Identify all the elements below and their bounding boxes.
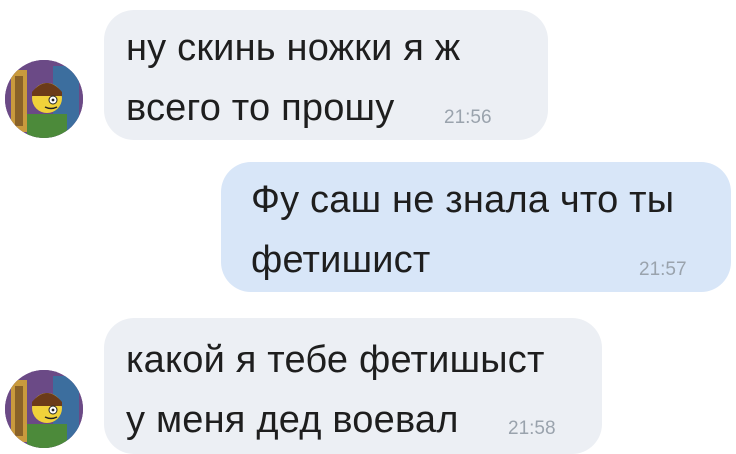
message-timestamp: 21:58 (508, 418, 556, 439)
chat-history: ну скинь ножки я ж всего то прошу 21:56 … (0, 0, 736, 454)
message-line: у меня дед воевал (126, 399, 459, 441)
message-timestamp: 21:57 (639, 259, 687, 280)
message-line: Фу саш не знала что ты (251, 179, 675, 221)
message-bubble-incoming[interactable]: ну скинь ножки я ж всего то прошу 21:56 (104, 10, 548, 140)
message-bubble-outgoing[interactable]: Фу саш не знала что ты фетишист 21:57 (221, 162, 731, 292)
message-text: ну скинь ножки я ж всего то прошу (126, 18, 460, 138)
sender-avatar-icon[interactable] (5, 370, 83, 448)
message-line: всего то прошу (126, 87, 395, 129)
message-timestamp: 21:56 (444, 107, 492, 128)
message-text: Фу саш не знала что ты фетишист (251, 170, 674, 290)
message-line: ну скинь ножки я ж (126, 27, 461, 69)
message-text: какой я тебе фетишыст у меня дед воевал (126, 330, 545, 450)
sender-avatar-icon[interactable] (5, 60, 83, 138)
message-line: фетишист (251, 239, 431, 281)
message-line: какой я тебе фетишыст (126, 339, 545, 381)
message-bubble-incoming[interactable]: какой я тебе фетишыст у меня дед воевал … (104, 318, 602, 454)
